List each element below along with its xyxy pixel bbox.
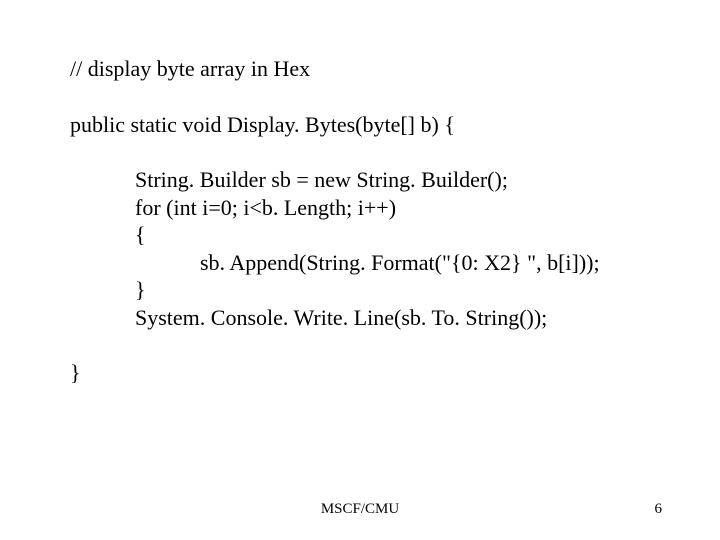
- code-line: for (int i=0; i<b. Length; i++): [70, 194, 670, 222]
- code-line: {: [70, 221, 670, 249]
- blank-line: [70, 83, 670, 111]
- footer-center: MSCF/CMU: [0, 501, 720, 518]
- blank-line: [70, 138, 670, 166]
- code-line: // display byte array in Hex: [70, 55, 670, 83]
- code-line: String. Builder sb = new String. Builder…: [70, 166, 670, 194]
- slide: // display byte array in Hex public stat…: [0, 0, 720, 540]
- code-line: }: [70, 359, 670, 387]
- code-line: public static void Display. Bytes(byte[]…: [70, 111, 670, 139]
- code-line: }: [70, 276, 670, 304]
- blank-line: [70, 331, 670, 359]
- code-block: // display byte array in Hex public stat…: [70, 55, 670, 387]
- code-line: sb. Append(String. Format("{0: X2} ", b[…: [70, 249, 670, 277]
- page-number: 6: [655, 501, 663, 518]
- code-line: System. Console. Write. Line(sb. To. Str…: [70, 304, 670, 332]
